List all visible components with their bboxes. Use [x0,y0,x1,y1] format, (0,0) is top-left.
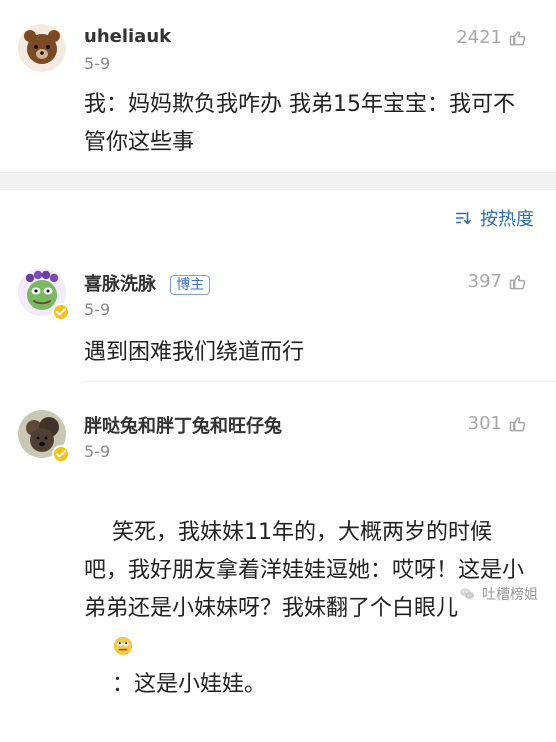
thumbs-up-icon [509,275,526,290]
comment-divider [84,381,556,382]
sort-icon [455,211,472,225]
comment-date: 5-9 [84,300,111,319]
verified-badge-icon [52,445,70,463]
watermark-label: 吐槽榜姐 [482,587,538,603]
watermark: 吐槽榜姐 [458,584,538,604]
eye-roll-emoji-icon [113,636,133,656]
like-count: 2421 [456,27,502,48]
username-text: 喜脉洗脉 [84,274,156,295]
comment-text: 遇到困难我们绕道而行 [84,340,305,365]
like-control[interactable]: 2421 [456,28,528,48]
like-control[interactable]: 397 [468,272,528,292]
comment-date: 5-9 [84,442,111,461]
comment-text: 笑死，我妹妹11年的，大概两岁的时候吧，我好朋友拿着洋娃娃逗她：哎呀！这是小弟弟… [84,476,529,742]
comment-item-2: 喜脉洗脉 博主 5-9 397 遇到困难我们绕道而行 [0,250,556,378]
verified-badge-icon [52,303,70,321]
section-divider [0,172,556,190]
thumbs-up-icon [509,31,526,46]
comment-date: 5-9 [84,54,111,73]
sort-label: 按热度 [480,209,534,230]
comment-text-suffix: ：这是小娃娃。 [111,672,266,697]
sort-button[interactable]: 按热度 [454,205,534,231]
username[interactable]: uheliauk [84,26,171,47]
username[interactable]: 胖哒兔和胖丁兔和旺仔兔 [84,412,282,438]
like-count: 397 [467,271,502,292]
author-badge: 博主 [170,275,211,295]
username[interactable]: 喜脉洗脉 博主 [84,270,211,296]
bear-avatar-icon[interactable] [18,24,66,72]
like-control[interactable]: 301 [468,414,528,434]
comment-item-1: uheliauk 5-9 2421 我：妈妈欺负我咋办 我弟15年宝宝：我可不管… [0,0,556,172]
wechat-icon [460,588,475,599]
like-count: 301 [467,413,502,434]
comment-text: 我：妈妈欺负我咋办 我弟15年宝宝：我可不管你这些事 [84,92,515,155]
thumbs-up-icon [509,417,526,432]
comment-text-prefix: 笑死，我妹妹11年的，大概两岁的时候吧，我好朋友拿着洋娃娃逗她：哎呀！这是小弟弟… [84,520,525,621]
